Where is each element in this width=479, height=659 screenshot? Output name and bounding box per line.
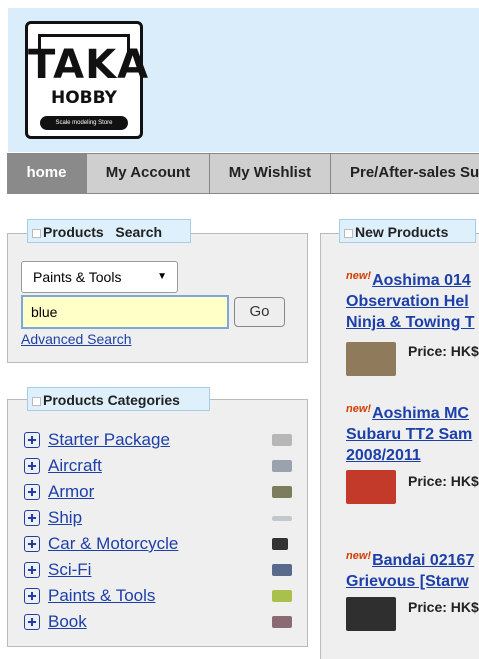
category-label[interactable]: Aircraft [48, 455, 102, 477]
new-badge-icon: new! [346, 403, 372, 415]
product-thumbnail[interactable] [346, 470, 396, 504]
category-thumbnail [272, 434, 292, 446]
new-products-panel-title: New Products [339, 219, 476, 243]
logo-subtitle: HOBBY [51, 88, 117, 108]
expand-plus-icon[interactable] [24, 510, 40, 526]
product-thumbnail[interactable] [346, 597, 396, 631]
dropdown-arrow-icon: ▼ [157, 271, 167, 282]
expand-plus-icon[interactable] [24, 536, 40, 552]
category-item-starter-package[interactable]: Starter Package [24, 429, 296, 451]
logo-title: TAKA [28, 42, 150, 88]
taka-hobby-logo[interactable]: TAKA HOBBY Scale modeling Store [25, 21, 150, 139]
site-header: TAKA HOBBY Scale modeling Store [8, 8, 479, 152]
category-select[interactable]: Paints & Tools ▼ [21, 261, 178, 293]
category-label[interactable]: Sci-Fi [48, 559, 91, 581]
bullet-icon [32, 228, 41, 238]
expand-plus-icon[interactable] [24, 484, 40, 500]
go-button[interactable]: Go [234, 297, 285, 327]
category-thumbnail [272, 616, 292, 628]
bullet-icon [32, 396, 41, 406]
product-thumbnail[interactable] [346, 342, 396, 376]
bullet-icon [344, 228, 353, 238]
category-thumbnail [272, 590, 292, 602]
search-panel-title: Products Search [27, 219, 191, 243]
tab-pre-after-sales[interactable]: Pre/After-sales Su [331, 154, 479, 193]
category-label[interactable]: Book [48, 611, 87, 633]
category-label[interactable]: Armor [48, 481, 94, 503]
category-item-paints-tools[interactable]: Paints & Tools [24, 585, 296, 607]
product-item[interactable]: new!Aoshima 014 Observation Hel Ninja & … [346, 270, 479, 333]
category-thumbnail [272, 516, 292, 521]
category-item-armor[interactable]: Armor [24, 481, 296, 503]
tab-my-account[interactable]: My Account [87, 154, 210, 193]
category-thumbnail [272, 538, 288, 550]
category-select-value: Paints & Tools [33, 269, 122, 285]
expand-plus-icon[interactable] [24, 614, 40, 630]
category-thumbnail [272, 460, 292, 472]
advanced-search-link[interactable]: Advanced Search [21, 331, 132, 347]
category-label[interactable]: Car & Motorcycle [48, 533, 178, 555]
category-thumbnail [272, 486, 292, 498]
expand-plus-icon[interactable] [24, 432, 40, 448]
category-item-aircraft[interactable]: Aircraft [24, 455, 296, 477]
logo-tagline: Scale modeling Store [40, 116, 128, 130]
category-thumbnail [272, 564, 292, 576]
category-item-book[interactable]: Book [24, 611, 296, 633]
product-price: Price: HK$ [408, 343, 479, 359]
main-nav: home My Account My Wishlist Pre/After-sa… [7, 153, 479, 194]
expand-plus-icon[interactable] [24, 562, 40, 578]
category-label[interactable]: Starter Package [48, 429, 170, 451]
category-label[interactable]: Ship [48, 507, 82, 529]
category-label[interactable]: Paints & Tools [48, 585, 155, 607]
product-item[interactable]: new!Aoshima MC Subaru TT2 Sam 2008/2011 [346, 403, 479, 466]
category-item-car-motorcycle[interactable]: Car & Motorcycle [24, 533, 296, 555]
expand-plus-icon[interactable] [24, 458, 40, 474]
tab-my-wishlist[interactable]: My Wishlist [210, 154, 331, 193]
product-price: Price: HK$ [408, 599, 479, 615]
tab-home[interactable]: home [7, 154, 87, 193]
category-item-ship[interactable]: Ship [24, 507, 296, 529]
category-item-sci-fi[interactable]: Sci-Fi [24, 559, 296, 581]
new-badge-icon: new! [346, 550, 372, 562]
categories-panel-title: Products Categories [27, 387, 210, 411]
search-input[interactable]: blue [21, 295, 229, 329]
new-badge-icon: new! [346, 270, 372, 282]
product-item[interactable]: new!Bandai 02167 Grievous [Starw [346, 550, 479, 592]
product-price: Price: HK$ [408, 473, 479, 489]
expand-plus-icon[interactable] [24, 588, 40, 604]
